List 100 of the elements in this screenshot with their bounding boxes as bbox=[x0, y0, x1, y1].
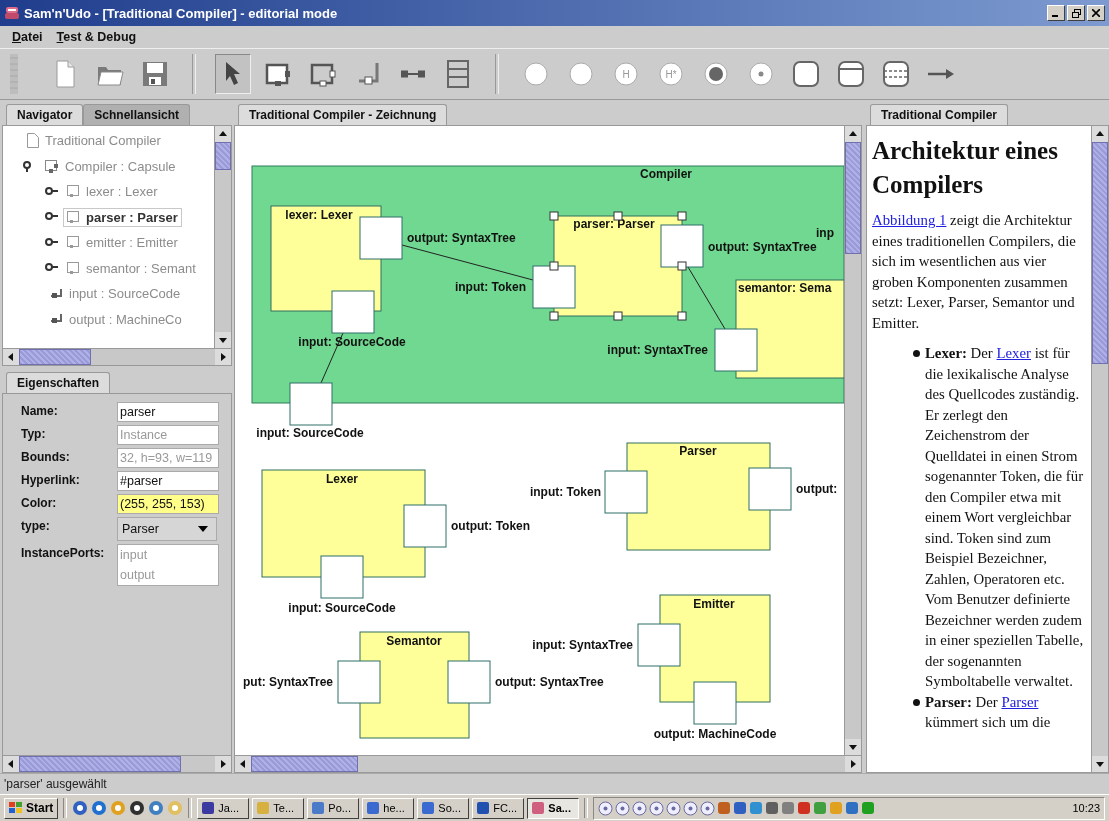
maximize-button[interactable] bbox=[1067, 5, 1085, 21]
port-box[interactable] bbox=[660, 224, 704, 268]
vertical-scrollbar[interactable] bbox=[1091, 126, 1108, 772]
scroll-left-icon[interactable] bbox=[3, 349, 19, 365]
document-tab[interactable]: Traditional Compiler bbox=[870, 104, 1008, 125]
port-box[interactable] bbox=[748, 467, 792, 511]
component-link[interactable]: Lexer bbox=[996, 345, 1031, 361]
editor-tab[interactable]: Traditional Compiler - Zeichnung bbox=[238, 104, 448, 125]
panel-tab[interactable]: Schnellansicht bbox=[83, 104, 191, 125]
vertical-scrollbar[interactable] bbox=[214, 126, 231, 348]
scroll-down-icon[interactable] bbox=[215, 332, 231, 348]
tool-button[interactable] bbox=[215, 54, 251, 94]
port-box[interactable] bbox=[532, 265, 576, 309]
media-control-icon[interactable] bbox=[649, 800, 665, 816]
panel-tab[interactable]: Eigenschaften bbox=[6, 372, 111, 393]
capsule-icon bbox=[45, 159, 59, 173]
type-dropdown[interactable]: Parser bbox=[117, 517, 217, 541]
horizontal-scrollbar[interactable] bbox=[235, 755, 861, 772]
tray-icon[interactable] bbox=[797, 801, 812, 815]
port-box[interactable] bbox=[403, 504, 447, 548]
media-control-icon[interactable] bbox=[598, 800, 614, 816]
start-button[interactable]: Start bbox=[4, 797, 59, 819]
taskbar-button[interactable]: Po... bbox=[307, 797, 360, 819]
rounded-square-icon bbox=[791, 59, 821, 89]
port-box[interactable] bbox=[693, 681, 737, 725]
capsule-title: Compiler bbox=[640, 167, 692, 182]
media-control-icon[interactable] bbox=[683, 800, 699, 816]
tray-icon[interactable] bbox=[733, 801, 748, 815]
close-button[interactable] bbox=[1087, 5, 1105, 21]
scroll-right-icon[interactable] bbox=[845, 756, 861, 772]
scroll-left-icon[interactable] bbox=[3, 756, 19, 772]
instance-icon bbox=[67, 210, 80, 224]
scroll-thumb[interactable] bbox=[19, 349, 91, 365]
expand-handle-icon[interactable] bbox=[45, 236, 59, 249]
taskbar-button[interactable]: Sa... bbox=[527, 797, 580, 819]
scroll-down-icon[interactable] bbox=[1092, 756, 1108, 772]
tree-item[interactable]: Compiler : Capsule bbox=[41, 156, 180, 176]
scroll-down-icon[interactable] bbox=[845, 739, 861, 755]
taskbar-button[interactable]: FC... bbox=[472, 797, 525, 819]
readonly-field: 32, h=93, w=119 bbox=[117, 448, 219, 468]
minimize-button[interactable] bbox=[1047, 5, 1065, 21]
scroll-up-icon[interactable] bbox=[845, 126, 861, 142]
tray-icon[interactable] bbox=[749, 801, 764, 815]
taskbar-button[interactable]: Ja... bbox=[197, 797, 250, 819]
save-icon bbox=[140, 59, 170, 89]
media-control-icon[interactable] bbox=[666, 800, 682, 816]
tree-item[interactable]: emitter : Emitter bbox=[63, 233, 182, 253]
vertical-scrollbar[interactable] bbox=[844, 126, 861, 755]
menu-item[interactable]: Test & Debug bbox=[52, 30, 141, 44]
port-label: inp bbox=[816, 226, 834, 241]
tree-item[interactable]: Traditional Compiler bbox=[23, 131, 165, 151]
port-box[interactable] bbox=[604, 470, 648, 514]
tray-icon[interactable] bbox=[813, 801, 828, 815]
quick-launch-icon[interactable] bbox=[72, 800, 89, 816]
toolbar-grip[interactable] bbox=[10, 54, 18, 94]
text-field[interactable]: parser bbox=[117, 402, 219, 422]
scroll-thumb[interactable] bbox=[19, 756, 181, 772]
clock: 10:23 bbox=[1072, 802, 1100, 814]
scroll-up-icon[interactable] bbox=[1092, 126, 1108, 142]
port-box[interactable] bbox=[447, 660, 491, 704]
media-control-icon[interactable] bbox=[615, 800, 631, 816]
media-control-icon[interactable] bbox=[700, 800, 716, 816]
scroll-thumb[interactable] bbox=[1092, 142, 1108, 364]
port-box[interactable] bbox=[714, 328, 758, 372]
quick-launch-icon[interactable] bbox=[129, 800, 146, 816]
port-box[interactable] bbox=[320, 555, 364, 599]
component-link[interactable]: Parser bbox=[1001, 693, 1039, 710]
port-box[interactable] bbox=[337, 660, 381, 704]
taskbar-button[interactable]: So... bbox=[417, 797, 470, 819]
scroll-right-icon[interactable] bbox=[215, 756, 231, 772]
tray-icon[interactable] bbox=[781, 801, 796, 815]
port-box[interactable] bbox=[359, 216, 403, 260]
tree-item[interactable]: output : MachineCo bbox=[45, 309, 186, 329]
class-title: Emitter bbox=[693, 597, 735, 612]
class-title: Parser bbox=[679, 444, 717, 459]
text-field[interactable]: #parser bbox=[117, 471, 219, 491]
tray-icon[interactable] bbox=[765, 801, 780, 815]
taskbar-button[interactable]: Te... bbox=[252, 797, 305, 819]
media-control-icon[interactable] bbox=[632, 800, 648, 816]
scroll-thumb[interactable] bbox=[215, 142, 231, 170]
tray-icon[interactable] bbox=[861, 801, 876, 815]
port-box[interactable] bbox=[637, 623, 681, 667]
scroll-up-icon[interactable] bbox=[215, 126, 231, 142]
tray-icon[interactable] bbox=[717, 801, 732, 815]
expand-handle-icon[interactable] bbox=[45, 185, 59, 198]
scroll-left-icon[interactable] bbox=[235, 756, 251, 772]
scroll-thumb[interactable] bbox=[251, 756, 358, 772]
tree-item[interactable]: parser : Parser bbox=[63, 207, 182, 227]
panel-tab[interactable]: Navigator bbox=[6, 104, 84, 125]
horizontal-scrollbar[interactable] bbox=[3, 348, 231, 365]
property-label: Name: bbox=[21, 403, 59, 418]
tray-icon[interactable] bbox=[845, 801, 860, 815]
scroll-thumb[interactable] bbox=[845, 142, 861, 254]
scroll-right-icon[interactable] bbox=[215, 349, 231, 365]
horizontal-scrollbar[interactable] bbox=[3, 755, 231, 772]
menu-item[interactable]: Datei bbox=[8, 30, 47, 44]
figure-link[interactable]: Abbildung 1 bbox=[872, 212, 947, 228]
taskbar-button[interactable]: he... bbox=[362, 797, 415, 819]
instance-box[interactable] bbox=[735, 279, 844, 379]
color-field[interactable]: (255, 255, 153) bbox=[117, 494, 219, 514]
